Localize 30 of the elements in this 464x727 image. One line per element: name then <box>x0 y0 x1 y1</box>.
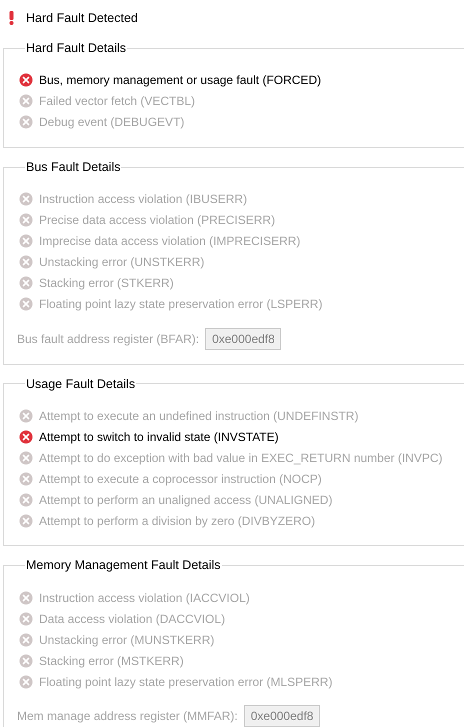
fault-label: Floating point lazy state preservation error (LSPERR) <box>39 296 322 313</box>
fault-label: Floating point lazy state preservation error (MLSPERR) <box>39 674 332 690</box>
fault-label: Stacking error (MSTKERR) <box>39 652 184 670</box>
address-field[interactable]: 0xe000edf8 <box>244 705 320 727</box>
fault-label: Attempt to perform an unaligned access (UNALIGNED) <box>39 492 332 509</box>
fault-label: Debug event (DEBUGEVT) <box>39 114 184 132</box>
fault-label: Attempt to perform a division by zero (DIVBYZERO) <box>39 512 316 530</box>
fault-label: Precise data access violation (PRECISERR) <box>39 212 276 229</box>
fault-label: Attempt to execute an undefined instruction (UNDEFINSTR) <box>39 408 358 425</box>
address-field[interactable]: 0xe000edf8 <box>205 328 282 350</box>
fault-label: Attempt to switch to invalid state (INVSTATE) <box>39 428 279 446</box>
group-title: Bus Fault Details <box>25 158 122 176</box>
fault-label: Stacking error (STKERR) <box>39 275 174 292</box>
exclamation-icon <box>9 11 14 25</box>
fault-label: Instruction access violation (IBUSERR) <box>39 191 248 208</box>
group-title: Usage Fault Details <box>25 376 136 393</box>
fault-label: Instruction access violation (IACCVIOL) <box>39 590 250 606</box>
group-title: Hard Fault Details <box>25 40 128 57</box>
fault-label: Bus, memory management or usage fault (FORCED) <box>39 72 322 90</box>
address-label: Mem manage address register (MMFAR): <box>17 708 238 725</box>
fault-label: Unstacking error (MUNSTKERR) <box>39 632 214 648</box>
fault-label: Unstacking error (UNSTKERR) <box>39 254 204 271</box>
fault-label: Attempt to do exception with bad value in EXEC_RETURN number (INVPC) <box>39 450 443 467</box>
address-label: Bus fault address register (BFAR): <box>17 330 200 348</box>
fault-label: Failed vector fetch (VECTBL) <box>39 93 196 110</box>
dialog-title: Hard Fault Detected <box>26 10 138 27</box>
fault-label: Imprecise data access violation (IMPRECISERR) <box>39 233 300 250</box>
group-title: Memory Management Fault Details <box>25 557 222 574</box>
fault-label: Attempt to execute a coprocessor instruction (NOCP) <box>39 470 322 488</box>
fault-label: Data access violation (DACCVIOL) <box>39 610 226 628</box>
